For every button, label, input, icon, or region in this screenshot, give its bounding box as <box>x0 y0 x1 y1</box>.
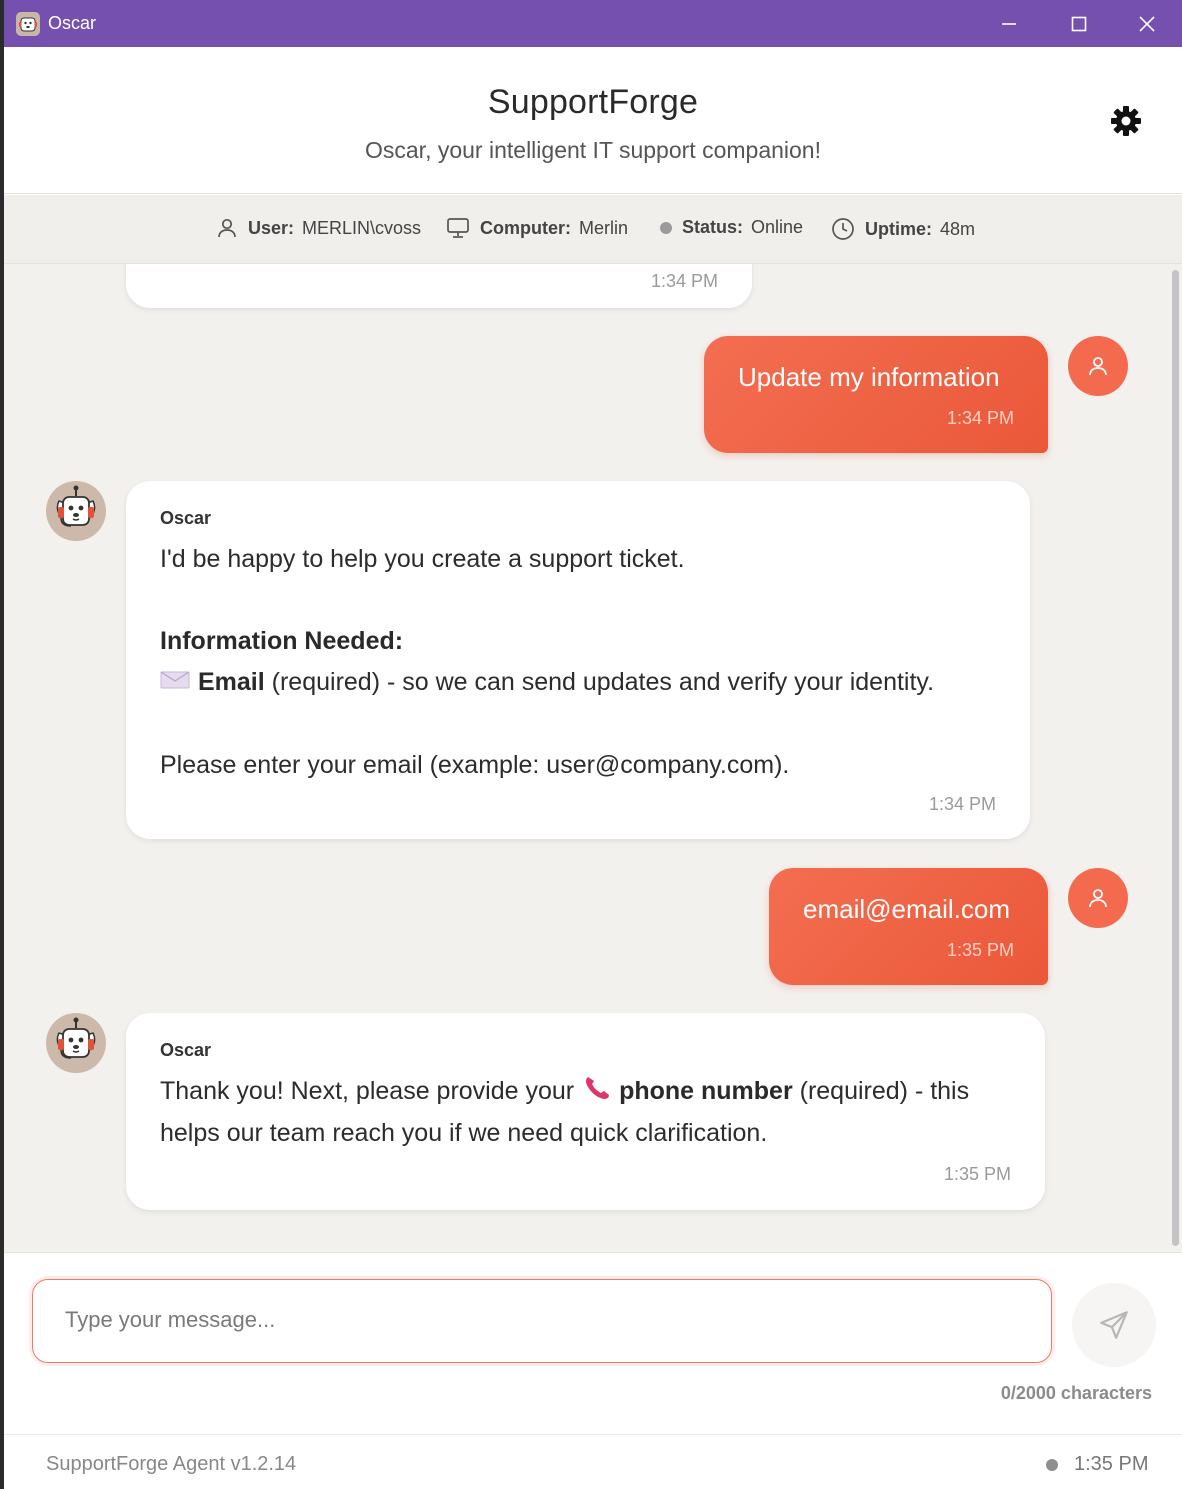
message-time: 1:35 PM <box>946 940 1014 960</box>
user-message-text: Update my information <box>738 362 1000 392</box>
bot-message: Oscar I'd be happy to help you create a … <box>126 481 1030 839</box>
user-message: email@email.com 1:35 PM <box>769 868 1048 985</box>
app-logo-icon <box>16 12 40 36</box>
user-message-text: email@email.com <box>803 894 1010 924</box>
send-button[interactable] <box>1072 1283 1156 1367</box>
window-title: Oscar <box>48 13 97 33</box>
bot-message: 1:34 PM <box>126 264 752 308</box>
version-label: SupportForge Agent v1.2.14 <box>46 1453 297 1475</box>
message-composer: 0/2000 characters <box>4 1252 1182 1434</box>
maximize-button[interactable] <box>1044 0 1114 47</box>
message-time: 1:34 PM <box>650 271 718 291</box>
message-body: I'd be happy to help you create a suppor… <box>160 545 935 779</box>
brand-title: SupportForge <box>487 83 699 121</box>
chat-messages[interactable]: 1:34 PM Update my information 1:34 PM Os… <box>4 264 1182 1252</box>
message-input[interactable] <box>65 1280 1025 1360</box>
oscar-avatar <box>46 481 106 541</box>
send-icon <box>1100 1311 1128 1339</box>
footer-time: 1:35 PM <box>1074 1453 1149 1475</box>
character-counter: 0/2000 characters <box>1000 1383 1152 1403</box>
info-status-value: Online <box>751 217 804 237</box>
status-dot-icon <box>660 221 672 234</box>
minimize-icon <box>1002 22 1016 25</box>
app-window: Oscar SupportForge Oscar, your intellige… <box>4 0 1182 1489</box>
info-computer-value: Merlin <box>579 217 629 238</box>
user-message: Update my information 1:34 PM <box>704 336 1048 453</box>
app-header: SupportForge Oscar, your intelligent IT … <box>4 47 1182 194</box>
robot-dog-icon <box>56 1017 96 1059</box>
gear-icon <box>1111 106 1141 136</box>
message-input-wrapper <box>32 1279 1052 1363</box>
system-info-bar: User: MERLIN\cvoss Computer: Merlin Stat… <box>4 195 1182 264</box>
info-uptime-value: 48m <box>940 218 976 239</box>
app-footer: SupportForge Agent v1.2.14 1:35 PM <box>4 1434 1182 1489</box>
monitor-icon <box>446 217 470 239</box>
chat-scrollbar[interactable] <box>1168 264 1182 1252</box>
connection-dot-icon <box>1046 1458 1058 1471</box>
oscar-avatar <box>46 1013 106 1073</box>
robot-dog-icon <box>56 485 96 527</box>
envelope-icon <box>160 663 190 704</box>
info-uptime: Uptime: 48m <box>831 217 975 241</box>
phone-icon <box>583 1072 611 1113</box>
brand-tagline: Oscar, your intelligent IT support compa… <box>365 137 821 163</box>
user-icon <box>1089 357 1107 376</box>
message-time: 1:34 PM <box>928 794 996 814</box>
message-body: Thank you! Next, please provide your pho… <box>160 1071 1010 1154</box>
sender-name: Oscar <box>160 1040 212 1060</box>
title-bar: Oscar <box>4 0 1182 47</box>
message-time: 1:34 PM <box>946 408 1014 428</box>
settings-button[interactable] <box>1108 103 1144 139</box>
sender-name: Oscar <box>160 508 212 528</box>
info-user-value: MERLIN\cvoss <box>302 217 422 238</box>
minimize-button[interactable] <box>974 0 1044 47</box>
info-status: Status: Online <box>660 217 803 238</box>
bot-message: Oscar Thank you! Next, please provide yo… <box>126 1013 1045 1210</box>
info-computer: Computer: Merlin <box>446 217 628 239</box>
maximize-icon <box>1071 16 1087 31</box>
footer-clock: 1:35 PM <box>1046 1453 1148 1476</box>
user-icon <box>1089 889 1107 908</box>
info-user: User: MERLIN\cvoss <box>216 217 421 239</box>
user-avatar <box>1068 868 1128 928</box>
close-icon <box>1139 15 1155 32</box>
clock-icon <box>831 217 855 241</box>
scrollbar-thumb[interactable] <box>1172 270 1179 1246</box>
close-button[interactable] <box>1112 0 1182 47</box>
user-avatar <box>1068 336 1128 396</box>
message-time: 1:35 PM <box>943 1164 1011 1184</box>
user-icon <box>216 217 238 239</box>
